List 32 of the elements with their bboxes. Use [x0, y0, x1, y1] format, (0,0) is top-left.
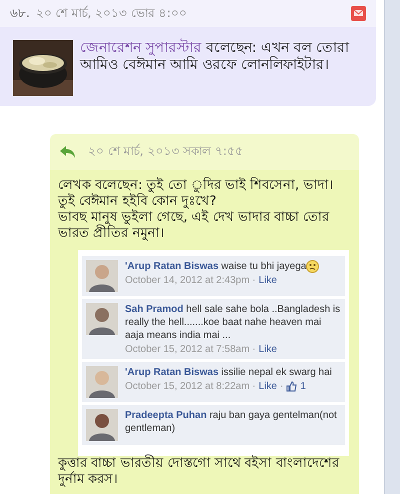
mail-icon[interactable] [351, 6, 366, 21]
author-link[interactable]: জেনারেশন সুপারস্টার [80, 40, 202, 56]
thumbs-up-icon [286, 381, 298, 392]
comment-time: October 15, 2012 at 7:58am · [125, 344, 256, 355]
separator-dot: · [280, 381, 284, 392]
like-count: 1 [300, 381, 306, 392]
comment-text: Pradeepta Puhan raju ban gaya gentelman(not gentleman) [125, 409, 338, 435]
commenter-link[interactable]: 'Arup Ratan Biswas [125, 261, 219, 272]
reply-text: লেখক বলেছেন: তুই তো ুদির ভাই শিবসেনা, ভাদা। তুই বেঈমান হইবি কোন দুঃখে? [58, 178, 334, 209]
avatar [86, 303, 118, 335]
avatar [86, 366, 118, 398]
like-link[interactable]: Like [258, 381, 277, 392]
reply-icon[interactable] [60, 146, 76, 158]
reply-text: কুত্তার বাচ্চা ভারতীয় দোস্তগো সাথে বইসা বাংলাদেশের দুর্নাম করস। [58, 456, 340, 488]
commenter-link[interactable]: 'Arup Ratan Biswas [125, 367, 219, 378]
avatar [86, 260, 118, 292]
comment-time: October 15, 2012 at 8:22am · [125, 381, 256, 392]
comment-text: Sah Pramod hell sale sahe bola ..Bangladesh is really the hell.......koe baat nahe heaven mai aaja means india mai ... [125, 303, 341, 342]
post-date: ২০ শে মার্চ, ২০১৩ ভোর ৪:০০ [36, 4, 188, 22]
comment-text: 'Arup Ratan Biswas waise tu bhi jayega [125, 260, 320, 274]
commenter-link[interactable]: Pradeepta Puhan [125, 410, 207, 421]
comment-time: October 14, 2012 at 2:43pm · [125, 275, 256, 286]
comment-text: 'Arup Ratan Biswas issilie nepal ek swarg hai [125, 366, 332, 379]
like-link[interactable]: Like [258, 275, 277, 286]
like-link[interactable]: Like [258, 344, 277, 355]
confused-face-icon [306, 260, 320, 273]
reply-text: ভাবছ মানুষ ভুইলা গেছে, এই দেখ ভাদার বাচ্চা তোর ভারত প্রীতির নমুনা। [58, 210, 330, 242]
commenter-link[interactable]: Sah Pramod [125, 304, 184, 315]
post-text: জেনারেশন সুপারস্টার বলেছেন: এখন বল তোরা আমিও বেঈমান আমি ওরফে লোনলিফাইটার। [80, 40, 350, 75]
avatar [86, 409, 118, 441]
reply-date: ২০ শে মার্চ, ২০১৩ সকাল ৭:৫৫ [88, 142, 243, 160]
post-number: ৬৮. [10, 4, 30, 22]
